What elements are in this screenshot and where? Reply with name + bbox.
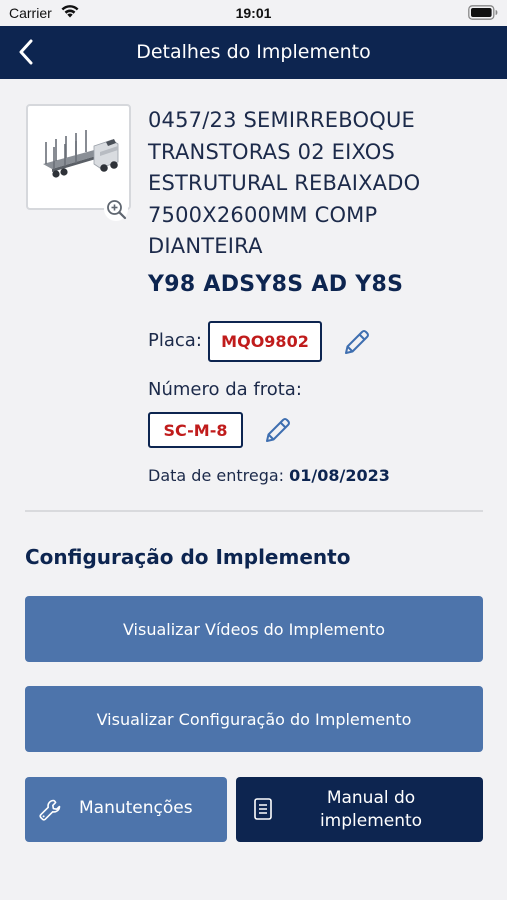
product-code: Y98 ADSY8S AD Y8S — [148, 272, 404, 297]
fleet-number-label: Número da frota: — [148, 379, 302, 400]
fleet-number-value[interactable]: SC-M-8 — [148, 412, 243, 448]
nav-bar: Detalhes do Implemento — [0, 26, 507, 79]
delivery-date-value: 01/08/2023 — [289, 466, 390, 485]
edit-plate-pencil-icon[interactable] — [342, 327, 372, 357]
view-videos-button[interactable]: Visualizar Vídeos do Implemento — [25, 596, 483, 662]
wrench-icon — [39, 799, 61, 821]
document-icon — [254, 798, 272, 820]
battery-icon — [468, 5, 498, 20]
divider — [25, 510, 483, 512]
status-bar: Carrier 19:01 — [0, 0, 507, 26]
page-title: Detalhes do Implemento — [136, 41, 371, 63]
maintenance-button[interactable]: Manutenções — [25, 777, 227, 842]
delivery-date-label: Data de entrega: — [148, 466, 285, 485]
product-name: 0457/23 SEMIRREBOQUE TRANSTORAS 02 EIXOS… — [148, 108, 421, 258]
maintenance-button-label: Manutenções — [79, 798, 193, 818]
trailer-image — [43, 130, 119, 178]
edit-fleet-pencil-icon[interactable] — [263, 415, 293, 445]
zoom-in-icon[interactable] — [103, 196, 129, 222]
manual-button[interactable]: Manual do implemento — [236, 777, 483, 842]
status-time: 19:01 — [235, 5, 272, 21]
product-thumbnail[interactable] — [26, 104, 131, 210]
section-title: Configuração do Implemento — [25, 545, 351, 569]
manual-button-label: Manual do implemento — [319, 788, 423, 831]
view-configuration-button[interactable]: Visualizar Configuração do Implemento — [25, 686, 483, 752]
delivery-date: Data de entrega: 01/08/2023 — [148, 466, 390, 485]
plate-label: Placa: — [148, 330, 202, 351]
plate-value[interactable]: MQO9802 — [208, 321, 322, 362]
